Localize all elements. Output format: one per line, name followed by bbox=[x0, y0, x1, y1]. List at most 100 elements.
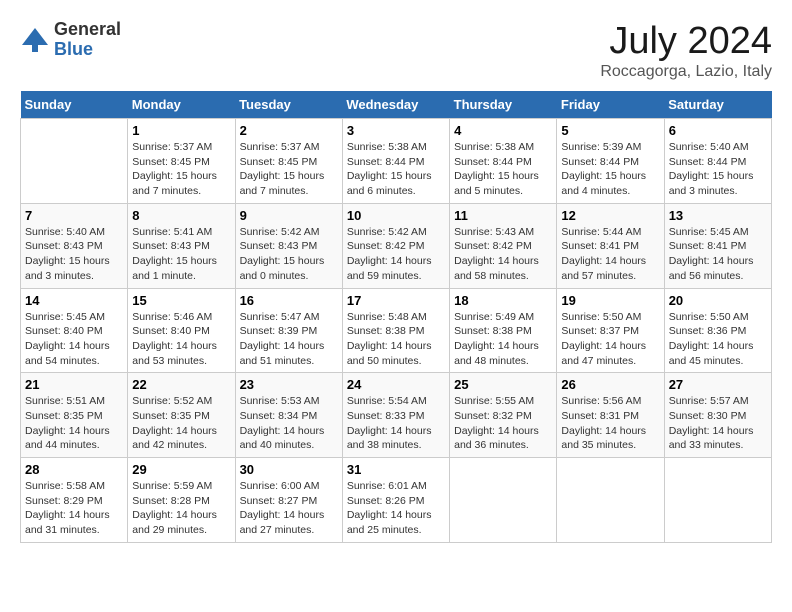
calendar-cell: 7Sunrise: 5:40 AM Sunset: 8:43 PM Daylig… bbox=[21, 203, 128, 288]
logo-text: General Blue bbox=[54, 20, 121, 60]
header-cell-tuesday: Tuesday bbox=[235, 91, 342, 119]
logo-blue: Blue bbox=[54, 40, 121, 60]
calendar-cell: 17 Sunrise: 5:48 AM Sunset: 8:38 PM Dayli… bbox=[342, 288, 449, 373]
day-number: 31 bbox=[347, 462, 445, 477]
calendar-cell: 3Sunrise: 5:38 AM Sunset: 8:44 PM Daylig… bbox=[342, 119, 449, 204]
day-info: Sunrise: 5:38 AM Sunset: 8:44 PM Dayligh… bbox=[347, 140, 445, 199]
logo-icon bbox=[20, 25, 50, 55]
day-info: Sunrise: 5:57 AM Sunset: 8:30 PM Dayligh… bbox=[669, 394, 767, 453]
calendar-cell: 2Sunrise: 5:37 AM Sunset: 8:45 PM Daylig… bbox=[235, 119, 342, 204]
day-info: Sunrise: 5:44 AM Sunset: 8:41 PM Dayligh… bbox=[561, 225, 659, 284]
day-info: Sunrise: 5:47 AM Sunset: 8:39 PM Dayligh… bbox=[240, 310, 338, 369]
day-info: Sunrise: 5:50 AM Sunset: 8:37 PM Dayligh… bbox=[561, 310, 659, 369]
calendar-body: 1 Sunrise: 5:37 AM Sunset: 8:45 PM Daylig… bbox=[21, 119, 772, 543]
calendar-cell bbox=[21, 119, 128, 204]
day-info: Sunrise: 5:53 AM Sunset: 8:34 PM Dayligh… bbox=[240, 394, 338, 453]
day-info: Sunrise: 5:50 AM Sunset: 8:36 PM Dayligh… bbox=[669, 310, 767, 369]
location-title: Roccagorga, Lazio, Italy bbox=[600, 63, 772, 81]
week-row-2: 14 Sunrise: 5:45 AM Sunset: 8:40 PM Dayli… bbox=[21, 288, 772, 373]
day-number: 21 bbox=[25, 377, 123, 392]
week-row-4: 28Sunrise: 5:58 AM Sunset: 8:29 PM Dayli… bbox=[21, 458, 772, 543]
day-number: 13 bbox=[669, 208, 767, 223]
day-number: 23 bbox=[240, 377, 338, 392]
day-number: 17 bbox=[347, 293, 445, 308]
calendar-cell bbox=[557, 458, 664, 543]
day-number: 25 bbox=[454, 377, 552, 392]
header-cell-monday: Monday bbox=[128, 91, 235, 119]
header-cell-sunday: Sunday bbox=[21, 91, 128, 119]
calendar-cell: 23 Sunrise: 5:53 AM Sunset: 8:34 PM Dayli… bbox=[235, 373, 342, 458]
day-info: Sunrise: 5:37 AM Sunset: 8:45 PM Dayligh… bbox=[132, 140, 230, 199]
day-number: 18 bbox=[454, 293, 552, 308]
day-number: 8 bbox=[132, 208, 230, 223]
calendar-cell: 26 Sunrise: 5:56 AM Sunset: 8:31 PM Dayli… bbox=[557, 373, 664, 458]
day-number: 19 bbox=[561, 293, 659, 308]
calendar-table: SundayMondayTuesdayWednesdayThursdayFrid… bbox=[20, 91, 772, 543]
calendar-cell: 18Sunrise: 5:49 AM Sunset: 8:38 PM Dayli… bbox=[450, 288, 557, 373]
header-cell-friday: Friday bbox=[557, 91, 664, 119]
day-number: 9 bbox=[240, 208, 338, 223]
day-info: Sunrise: 5:41 AM Sunset: 8:43 PM Dayligh… bbox=[132, 225, 230, 284]
calendar-cell: 1 Sunrise: 5:37 AM Sunset: 8:45 PM Daylig… bbox=[128, 119, 235, 204]
calendar-cell: 11 Sunrise: 5:43 AM Sunset: 8:42 PM Dayli… bbox=[450, 203, 557, 288]
day-number: 24 bbox=[347, 377, 445, 392]
calendar-cell: 8 Sunrise: 5:41 AM Sunset: 8:43 PM Daylig… bbox=[128, 203, 235, 288]
day-number: 10 bbox=[347, 208, 445, 223]
day-number: 12 bbox=[561, 208, 659, 223]
day-info: Sunrise: 5:37 AM Sunset: 8:45 PM Dayligh… bbox=[240, 140, 338, 199]
day-info: Sunrise: 5:51 AM Sunset: 8:35 PM Dayligh… bbox=[25, 394, 123, 453]
day-number: 29 bbox=[132, 462, 230, 477]
day-info: Sunrise: 5:45 AM Sunset: 8:40 PM Dayligh… bbox=[25, 310, 123, 369]
calendar-cell: 21 Sunrise: 5:51 AM Sunset: 8:35 PM Dayli… bbox=[21, 373, 128, 458]
calendar-cell bbox=[664, 458, 771, 543]
day-number: 20 bbox=[669, 293, 767, 308]
calendar-header: SundayMondayTuesdayWednesdayThursdayFrid… bbox=[21, 91, 772, 119]
day-number: 27 bbox=[669, 377, 767, 392]
day-info: Sunrise: 5:38 AM Sunset: 8:44 PM Dayligh… bbox=[454, 140, 552, 199]
day-number: 22 bbox=[132, 377, 230, 392]
day-info: Sunrise: 5:55 AM Sunset: 8:32 PM Dayligh… bbox=[454, 394, 552, 453]
day-info: Sunrise: 5:39 AM Sunset: 8:44 PM Dayligh… bbox=[561, 140, 659, 199]
week-row-0: 1 Sunrise: 5:37 AM Sunset: 8:45 PM Daylig… bbox=[21, 119, 772, 204]
header-cell-thursday: Thursday bbox=[450, 91, 557, 119]
calendar-cell: 5 Sunrise: 5:39 AM Sunset: 8:44 PM Daylig… bbox=[557, 119, 664, 204]
calendar-cell: 12 Sunrise: 5:44 AM Sunset: 8:41 PM Dayli… bbox=[557, 203, 664, 288]
day-number: 1 bbox=[132, 123, 230, 138]
day-number: 11 bbox=[454, 208, 552, 223]
calendar-cell: 25 Sunrise: 5:55 AM Sunset: 8:32 PM Dayli… bbox=[450, 373, 557, 458]
day-number: 6 bbox=[669, 123, 767, 138]
day-info: Sunrise: 5:52 AM Sunset: 8:35 PM Dayligh… bbox=[132, 394, 230, 453]
header-cell-wednesday: Wednesday bbox=[342, 91, 449, 119]
day-info: Sunrise: 5:42 AM Sunset: 8:43 PM Dayligh… bbox=[240, 225, 338, 284]
calendar-cell: 9 Sunrise: 5:42 AM Sunset: 8:43 PM Daylig… bbox=[235, 203, 342, 288]
header-cell-saturday: Saturday bbox=[664, 91, 771, 119]
day-number: 14 bbox=[25, 293, 123, 308]
calendar-cell: 22 Sunrise: 5:52 AM Sunset: 8:35 PM Dayli… bbox=[128, 373, 235, 458]
day-info: Sunrise: 5:58 AM Sunset: 8:29 PM Dayligh… bbox=[25, 479, 123, 538]
calendar-cell: 28Sunrise: 5:58 AM Sunset: 8:29 PM Dayli… bbox=[21, 458, 128, 543]
day-info: Sunrise: 5:54 AM Sunset: 8:33 PM Dayligh… bbox=[347, 394, 445, 453]
logo-general: General bbox=[54, 20, 121, 40]
day-info: Sunrise: 5:43 AM Sunset: 8:42 PM Dayligh… bbox=[454, 225, 552, 284]
day-info: Sunrise: 6:01 AM Sunset: 8:26 PM Dayligh… bbox=[347, 479, 445, 538]
calendar-cell: 14 Sunrise: 5:45 AM Sunset: 8:40 PM Dayli… bbox=[21, 288, 128, 373]
day-number: 5 bbox=[561, 123, 659, 138]
day-number: 30 bbox=[240, 462, 338, 477]
day-number: 16 bbox=[240, 293, 338, 308]
calendar-cell: 31 Sunrise: 6:01 AM Sunset: 8:26 PM Dayli… bbox=[342, 458, 449, 543]
logo: General Blue bbox=[20, 20, 121, 60]
day-number: 26 bbox=[561, 377, 659, 392]
calendar-cell: 27 Sunrise: 5:57 AM Sunset: 8:30 PM Dayli… bbox=[664, 373, 771, 458]
calendar-cell: 4 Sunrise: 5:38 AM Sunset: 8:44 PM Daylig… bbox=[450, 119, 557, 204]
day-number: 4 bbox=[454, 123, 552, 138]
day-info: Sunrise: 5:56 AM Sunset: 8:31 PM Dayligh… bbox=[561, 394, 659, 453]
calendar-cell: 24 Sunrise: 5:54 AM Sunset: 8:33 PM Dayli… bbox=[342, 373, 449, 458]
week-row-1: 7Sunrise: 5:40 AM Sunset: 8:43 PM Daylig… bbox=[21, 203, 772, 288]
calendar-cell: 20 Sunrise: 5:50 AM Sunset: 8:36 PM Dayli… bbox=[664, 288, 771, 373]
day-info: Sunrise: 5:48 AM Sunset: 8:38 PM Dayligh… bbox=[347, 310, 445, 369]
month-title: July 2024 bbox=[600, 20, 772, 63]
day-info: Sunrise: 5:40 AM Sunset: 8:43 PM Dayligh… bbox=[25, 225, 123, 284]
calendar-cell: 29Sunrise: 5:59 AM Sunset: 8:28 PM Dayli… bbox=[128, 458, 235, 543]
day-info: Sunrise: 5:40 AM Sunset: 8:44 PM Dayligh… bbox=[669, 140, 767, 199]
calendar-cell: 30Sunrise: 6:00 AM Sunset: 8:27 PM Dayli… bbox=[235, 458, 342, 543]
